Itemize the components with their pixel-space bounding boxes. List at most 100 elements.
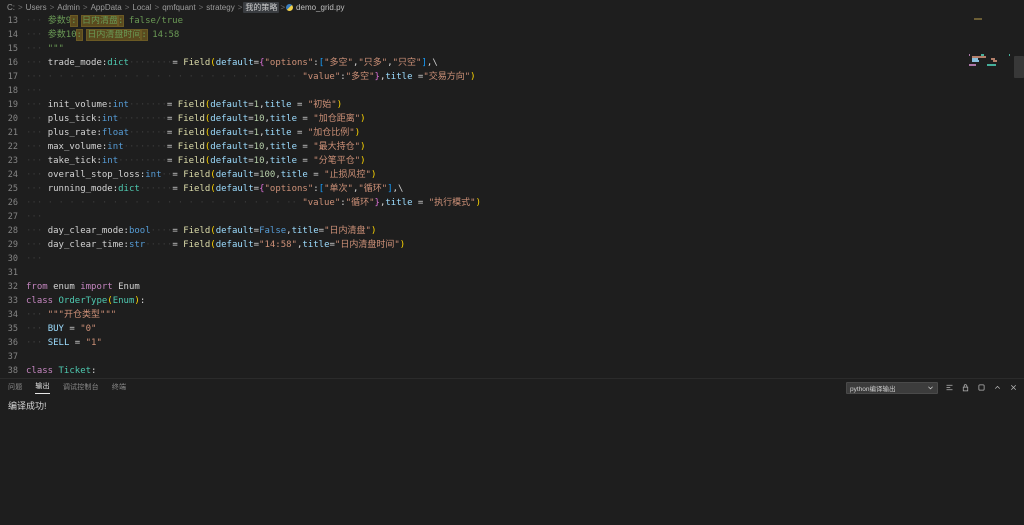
breadcrumb-item[interactable]: 我的策略 [243, 1, 280, 13]
code-token: false/true [128, 16, 183, 26]
code-token: "止损风控" [324, 170, 371, 180]
breadcrumb[interactable]: C: > Users > Admin > AppData > Local > qmfquant > st… [0, 0, 1024, 14]
code-line[interactable]: 25 ··· running_mode:dict······= Field(def… [0, 182, 966, 196]
code-token: Field [183, 184, 211, 194]
code-token: False [259, 226, 287, 236]
code-token: Field [177, 142, 205, 152]
panel-tab-item[interactable]: 终端 [112, 382, 126, 394]
code-line[interactable]: 26 ··· · · · · · · · · · · · · · · · · · … [0, 196, 966, 210]
panel-output-body[interactable]: 编译成功! [0, 396, 1024, 525]
code-line-text: ··· day_clear_time:str·····= Field(defau… [26, 238, 966, 252]
code-line[interactable]: 23 ··· take_tick:int·········= Field(defa… [0, 154, 966, 168]
bottom-panel: 问题 输出 调试控制台 终端 python编译输出 编译成功! [0, 378, 1024, 525]
minimap-segment [972, 60, 979, 62]
breadcrumb-separator-icon: > [49, 2, 55, 12]
breadcrumb-item[interactable]: C: [5, 3, 17, 12]
code-token: ··· [26, 226, 48, 236]
code-line[interactable]: 36 ··· SELL = "1" [0, 336, 966, 350]
code-token: Field [183, 170, 211, 180]
code-token: ··· [26, 240, 48, 250]
code-token: ··· [26, 212, 43, 222]
line-number: 25 [7, 184, 18, 194]
code-line-text: ··· BUY = "0" [26, 322, 966, 336]
output-channel-select[interactable]: python编译输出 [846, 381, 938, 394]
code-line[interactable]: 14 ··· 参数10: 日内清盘时间: 14:58 [0, 28, 966, 42]
line-number: 33 [7, 296, 18, 306]
minimap-segment [993, 60, 997, 62]
editor-scrollbar[interactable] [1010, 14, 1024, 378]
code-line[interactable]: 17 ··· · · · · · · · · · · · · · · · · · … [0, 70, 966, 84]
code-line[interactable]: 24 ··· overall_stop_loss:int··= Field(def… [0, 168, 966, 182]
code-lines-container[interactable]: 13 ··· 参数9: 日内清盘: false/true 14 ··· 参数10: 日… [0, 14, 966, 378]
code-line[interactable]: 32 from enum import Enum [0, 280, 966, 294]
breadcrumb-item[interactable]: strategy [204, 3, 236, 12]
code-token: title [280, 170, 308, 180]
code-line[interactable]: 37 [0, 350, 966, 364]
line-number: 29 [7, 240, 18, 250]
code-line[interactable]: 21 ··· plus_rate:float·······= Field(defa… [0, 126, 966, 140]
breadcrumb-item[interactable]: qmfquant [160, 3, 197, 12]
breadcrumb-item[interactable]: AppData [89, 3, 124, 12]
code-line[interactable]: 33 class OrderType(Enum): [0, 294, 966, 308]
code-line[interactable]: 15 ··· """ [0, 42, 966, 56]
code-token: "加仓距离" [313, 114, 361, 124]
code-token: Field [177, 100, 205, 110]
panel-actions[interactable]: python编译输出 [846, 379, 1018, 396]
code-line-text: ··· 参数10: 日内清盘时间: 14:58 [26, 28, 966, 42]
scrollbar-thumb[interactable] [1014, 56, 1024, 78]
code-token: title [302, 240, 330, 250]
collapse-panel-icon[interactable] [992, 383, 1002, 393]
code-line[interactable]: 22 ··· max_volume:int········= Field(defa… [0, 140, 966, 154]
code-line[interactable]: 18 ··· [0, 84, 966, 98]
code-minimap[interactable] [966, 14, 1010, 378]
code-token: "多空" [324, 58, 353, 68]
code-line[interactable]: 19 ··· init_volume:int·······= Field(defa… [0, 98, 966, 112]
panel-tab-list[interactable]: 问题 输出 调试控制台 终端 [8, 381, 126, 394]
panel-tab-active[interactable]: 输出 [35, 381, 50, 394]
code-token: = [166, 128, 178, 138]
close-panel-icon[interactable] [1008, 383, 1018, 393]
code-token: ) [360, 114, 366, 124]
code-token: "单次" [324, 184, 353, 194]
code-line[interactable]: 16 ··· trade_mode:dict········= Field(def… [0, 56, 966, 70]
code-editor[interactable]: 13 ··· 参数9: 日内清盘: false/true 14 ··· 参数10: 日… [0, 14, 1024, 378]
breadcrumb-item[interactable]: Users [24, 3, 49, 12]
clear-output-icon[interactable] [944, 383, 954, 393]
code-token: ··· [26, 58, 48, 68]
code-token: "日内清盘" [324, 226, 371, 236]
breadcrumb-separator-icon: > [82, 2, 88, 12]
code-token: = [172, 58, 184, 68]
code-token: init_volume [47, 100, 108, 110]
code-token: default [215, 58, 254, 68]
code-line[interactable]: 28 ··· day_clear_mode:bool····= Field(def… [0, 224, 966, 238]
code-token: 日内清盘 [80, 15, 119, 27]
code-token: ········ [123, 142, 167, 152]
panel-tab-item[interactable]: 调试控制台 [63, 382, 99, 394]
code-token: = [166, 114, 178, 124]
minimap-segment [969, 64, 976, 66]
code-line[interactable]: 13 ··· 参数9: 日内清盘: false/true [0, 14, 966, 28]
open-editor-icon[interactable] [976, 383, 986, 393]
breadcrumb-file[interactable]: demo_grid.py [286, 3, 345, 12]
code-token: int [101, 114, 119, 124]
minimap-segment [974, 18, 982, 20]
panel-header: 问题 输出 调试控制台 终端 python编译输出 [0, 379, 1024, 396]
lock-scroll-icon[interactable] [960, 383, 970, 393]
code-line[interactable]: 27 ··· [0, 210, 966, 224]
code-token: ······ [139, 184, 173, 194]
code-token: = [69, 338, 86, 348]
code-line[interactable]: 31 [0, 266, 966, 280]
code-line[interactable]: 20 ··· plus_tick:int·········= Field(defa… [0, 112, 966, 126]
code-line[interactable]: 38 class Ticket: [0, 364, 966, 378]
breadcrumb-item[interactable]: Admin [55, 3, 82, 12]
code-token: "只多" [358, 58, 388, 68]
code-line[interactable]: 29 ··· day_clear_time:str·····= Field(def… [0, 238, 966, 252]
panel-tab-item[interactable]: 问题 [8, 382, 22, 394]
code-line-text: ··· · · · · · · · · · · · · · · · · · · … [26, 70, 966, 84]
code-line[interactable]: 35 ··· BUY = "0" [0, 322, 966, 336]
code-line[interactable]: 34 ··· """开仓类型""" [0, 308, 966, 322]
code-line-text: ··· overall_stop_loss:int··= Field(defau… [26, 168, 966, 182]
breadcrumb-item[interactable]: Local [130, 3, 153, 12]
code-line[interactable]: 30 ··· [0, 252, 966, 266]
vscode-window: C: > Users > Admin > AppData > Local > qmfquant > st… [0, 0, 1024, 525]
